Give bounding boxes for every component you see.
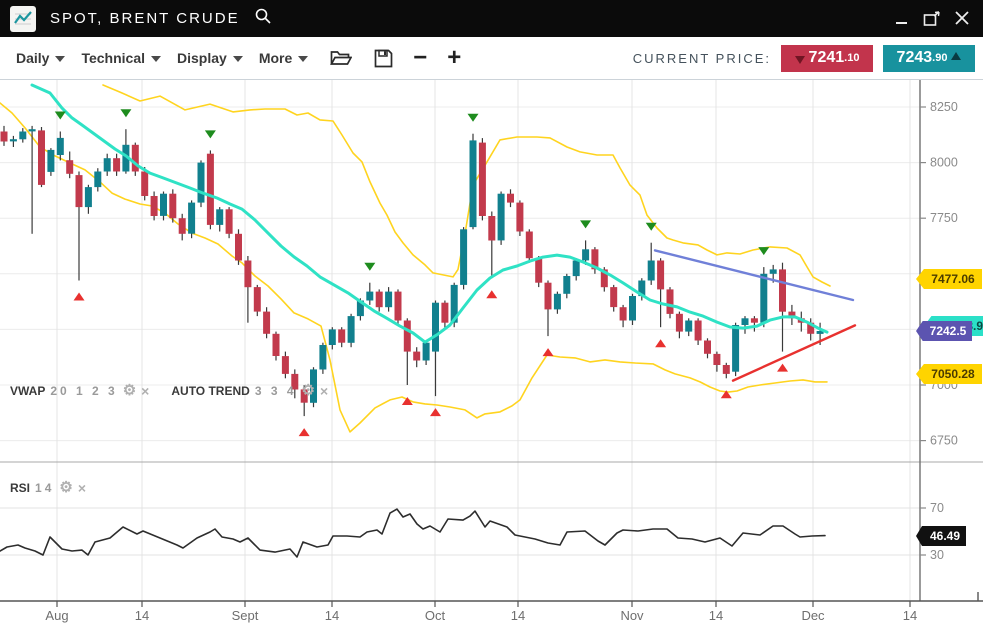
autotrend-indicator-label: AUTO TREND [171, 384, 249, 398]
menu-technical[interactable]: Technical [81, 50, 161, 66]
last-price-badge: 7242.5 [916, 321, 972, 341]
vwap-close-icon[interactable]: × [141, 385, 149, 397]
vwap-indicator-params: 20 1 2 3 [50, 384, 117, 398]
svg-text:Nov: Nov [620, 608, 644, 623]
popout-window-button[interactable] [919, 8, 945, 30]
svg-text:Sept: Sept [232, 608, 259, 623]
menu-more-label: More [259, 50, 292, 66]
rsi-value-badge: 46.49 [916, 526, 966, 546]
ask-price-dec: .90 [932, 52, 947, 64]
chevron-down-icon [233, 56, 243, 62]
app-logo-icon [10, 6, 36, 32]
svg-text:14: 14 [511, 608, 525, 623]
symbol-search-icon[interactable] [254, 7, 272, 30]
autotrend-close-icon[interactable]: × [320, 385, 328, 397]
svg-text:30: 30 [930, 548, 944, 562]
svg-text:Dec: Dec [801, 608, 825, 623]
menu-technical-label: Technical [81, 50, 145, 66]
arrow-up-icon [951, 52, 961, 60]
svg-text:8250: 8250 [930, 100, 958, 114]
arrow-down-icon [795, 56, 805, 64]
ask-price-badge: 7243.90 [883, 45, 975, 72]
svg-text:70: 70 [930, 501, 944, 515]
svg-text:6750: 6750 [930, 434, 958, 448]
menu-daily-label: Daily [16, 50, 49, 66]
svg-text:14: 14 [903, 608, 917, 623]
svg-text:Aug: Aug [45, 608, 68, 623]
menu-daily[interactable]: Daily [16, 50, 65, 66]
vwap-settings-gear-icon[interactable]: ⚙ [123, 385, 136, 397]
price-chart[interactable]: 8250800077507500700067507030Aug14Sept14O… [0, 0, 983, 626]
titlebar: SPOT, BRENT CRUDE [0, 0, 983, 37]
open-folder-icon[interactable] [330, 49, 352, 67]
rsi-settings-gear-icon[interactable]: ⚙ [59, 482, 72, 494]
chevron-down-icon [298, 56, 308, 62]
save-icon[interactable] [374, 49, 393, 68]
bid-price-badge: 7241.10 [781, 45, 873, 72]
zoom-in-button[interactable]: + [447, 48, 461, 68]
current-price-label: CURRENT PRICE: [633, 51, 771, 66]
minimize-button[interactable] [889, 8, 915, 30]
svg-text:14: 14 [709, 608, 723, 623]
menu-display[interactable]: Display [177, 50, 243, 66]
chevron-down-icon [151, 56, 161, 62]
rsi-indicator-label: RSI [10, 481, 30, 495]
svg-text:Oct: Oct [425, 608, 446, 623]
ask-price-int: 7243 [897, 49, 933, 67]
svg-text:8000: 8000 [930, 156, 958, 170]
rsi-indicator-params: 14 [35, 481, 54, 495]
rsi-close-icon[interactable]: × [78, 482, 86, 494]
chevron-down-icon [55, 56, 65, 62]
autotrend-indicator-params: 3 3 4 [255, 384, 297, 398]
zoom-out-button[interactable]: − [413, 48, 427, 68]
trading-app-window: 8250800077507500700067507030Aug14Sept14O… [0, 0, 983, 626]
menu-display-label: Display [177, 50, 227, 66]
svg-text:14: 14 [325, 608, 339, 623]
svg-text:7750: 7750 [930, 211, 958, 225]
toolbar: Daily Technical Display More [0, 37, 983, 80]
bid-price-dec: .10 [844, 52, 859, 64]
autotrend-settings-gear-icon[interactable]: ⚙ [302, 385, 315, 397]
vwap-indicator-label: VWAP [10, 384, 45, 398]
indicator-row-main: VWAP 20 1 2 3 ⚙ × AUTO TREND 3 3 4 ⚙ × [10, 384, 328, 398]
window-title: SPOT, BRENT CRUDE [50, 10, 240, 27]
bid-price-int: 7241 [809, 49, 845, 67]
svg-text:14: 14 [135, 608, 149, 623]
close-button[interactable] [949, 8, 975, 30]
upper-band-price-badge: 7477.06 [916, 269, 982, 289]
indicator-row-rsi: RSI 14 ⚙ × [10, 481, 86, 495]
menu-more[interactable]: More [259, 50, 308, 66]
lower-band-price-badge: 7050.28 [916, 364, 982, 384]
